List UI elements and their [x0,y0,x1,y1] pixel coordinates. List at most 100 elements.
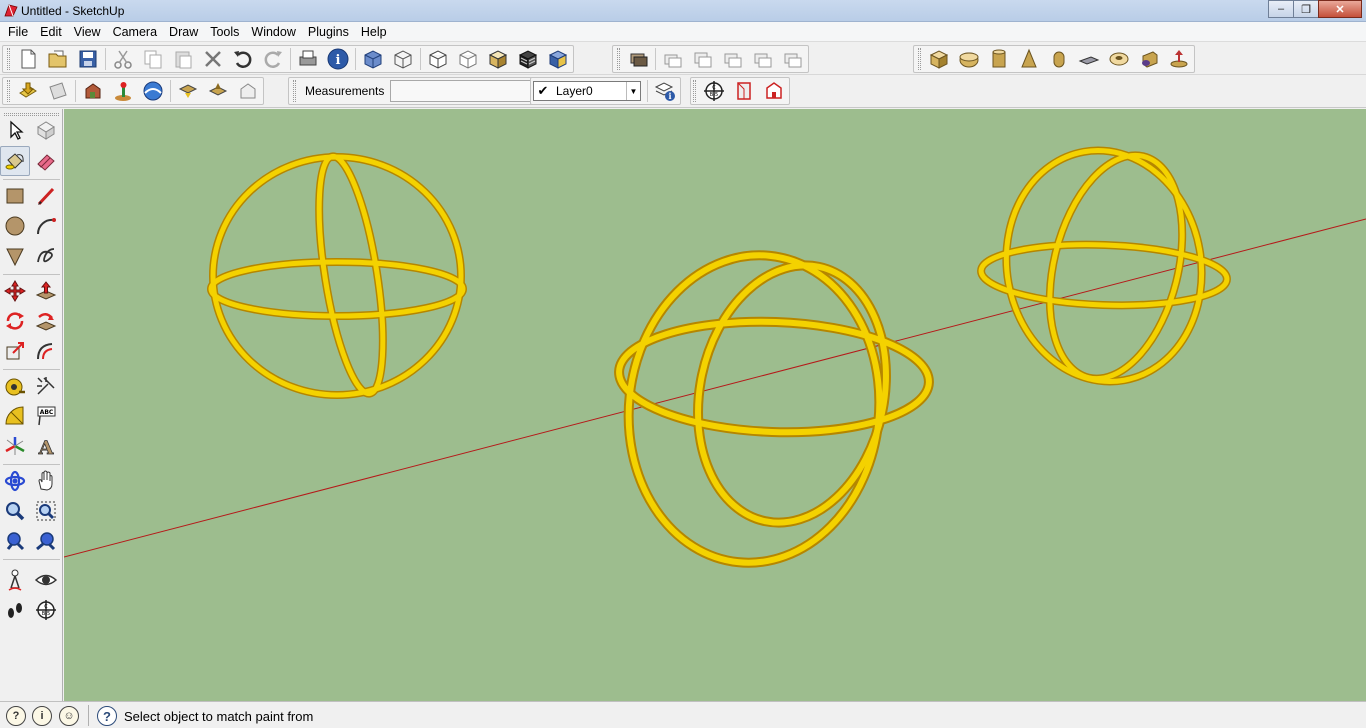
dimension-icon[interactable] [31,371,61,401]
box-icon[interactable] [924,45,954,73]
previous-view-icon[interactable] [31,526,61,556]
torus-icon[interactable] [1104,45,1134,73]
top-view-icon[interactable] [453,45,483,73]
move-icon[interactable] [0,276,30,306]
layer-dropdown[interactable]: ✔ Layer0 ▼ [533,81,641,101]
monochrome-icon[interactable] [543,45,573,73]
toggle-terrain-icon[interactable] [138,77,168,105]
polygon-icon[interactable] [0,241,30,271]
undo-icon[interactable] [228,45,258,73]
pan-hand-icon[interactable] [31,466,61,496]
paste-icon[interactable] [168,45,198,73]
get-models-icon[interactable] [173,77,203,105]
toolbar-grip[interactable] [918,48,921,70]
minimize-button[interactable]: – [1268,0,1294,18]
select-tool-icon[interactable] [0,115,30,145]
scene-canvas[interactable] [64,109,1366,701]
print-icon[interactable] [293,45,323,73]
shaded-icon[interactable] [483,45,513,73]
position-camera-icon[interactable] [0,565,30,595]
zoom-icon[interactable] [0,496,30,526]
line-icon[interactable] [31,181,61,211]
new-icon[interactable] [13,45,43,73]
toolbar-grip[interactable] [7,48,10,70]
add-location-icon[interactable] [108,77,138,105]
model-viewport[interactable] [64,109,1366,701]
sphere-icon[interactable] [954,45,984,73]
instructor-help-icon[interactable]: ? [97,706,117,726]
cone-icon[interactable] [1014,45,1044,73]
3d-text-icon[interactable]: A [31,431,61,461]
menu-plugins[interactable]: Plugins [302,22,355,42]
push-pull-icon[interactable] [31,276,61,306]
model-info-icon[interactable]: i [323,45,353,73]
cut-icon[interactable] [108,45,138,73]
right-view-icon[interactable] [688,45,718,73]
sphere-frame-center[interactable] [614,243,934,575]
plate-icon[interactable] [1074,45,1104,73]
back-view-icon[interactable] [718,45,748,73]
measurements-input[interactable] [390,80,541,102]
zoom-extents-icon[interactable] [0,526,30,556]
redo-icon[interactable] [258,45,288,73]
text-icon[interactable]: ABC [31,401,61,431]
display-section-cuts-icon[interactable] [759,77,789,105]
wireframe-icon[interactable] [388,45,418,73]
zoom-window-icon[interactable] [31,496,61,526]
circle-icon[interactable] [0,211,30,241]
display-section-planes-icon[interactable] [729,77,759,105]
orbit-icon[interactable] [0,466,30,496]
copy-icon[interactable] [138,45,168,73]
tube-icon[interactable] [1044,45,1074,73]
freehand-icon[interactable] [31,241,61,271]
make-component-icon[interactable] [31,115,61,145]
left-view-icon[interactable] [748,45,778,73]
tape-measure-icon[interactable] [0,371,30,401]
look-around-icon[interactable] [31,565,61,595]
menu-camera[interactable]: Camera [107,22,163,42]
share-model-icon[interactable] [203,77,233,105]
maximize-button[interactable]: ❐ [1293,0,1319,18]
rotate-icon[interactable] [0,306,30,336]
bottom-view-icon[interactable] [778,45,808,73]
iso-view-icon[interactable] [423,45,453,73]
credits-icon[interactable]: i [32,706,52,726]
eraser-icon[interactable] [31,146,61,176]
follow-me-icon[interactable] [31,306,61,336]
offset-icon[interactable] [31,336,61,366]
open-icon[interactable] [43,45,73,73]
menu-edit[interactable]: Edit [34,22,68,42]
toolbar-grip[interactable] [293,80,296,102]
section-plane-tool-icon[interactable]: C B-5 [31,595,61,625]
walk-icon[interactable] [0,595,30,625]
cylinder-icon[interactable] [984,45,1014,73]
axes-icon[interactable] [0,431,30,461]
menu-window[interactable]: Window [245,22,301,42]
sphere-frame-left[interactable] [207,152,467,399]
menu-file[interactable]: File [2,22,34,42]
close-button[interactable]: ✕ [1318,0,1362,18]
layer-manager-icon[interactable]: i [650,77,680,105]
scale-icon[interactable] [0,336,30,366]
share-component-icon[interactable] [233,77,263,105]
user-account-icon[interactable]: ☺ [59,706,79,726]
toolbar-grip[interactable] [693,80,696,102]
save-icon[interactable] [73,45,103,73]
shaded-texture-icon[interactable] [513,45,543,73]
helix-icon[interactable] [1134,45,1164,73]
arc-icon[interactable] [31,211,61,241]
front-view-icon[interactable] [658,45,688,73]
erase-icon[interactable] [198,45,228,73]
add-building-icon[interactable] [78,77,108,105]
sphere-frame-right[interactable] [977,135,1231,397]
toolbar-grip[interactable] [7,80,10,102]
shape-extra-icon[interactable] [1164,45,1194,73]
menu-draw[interactable]: Draw [163,22,204,42]
section-plane-icon[interactable]: C B-5 [699,77,729,105]
back-edges-icon[interactable] [623,45,653,73]
get-photo-texture-icon[interactable] [13,77,43,105]
paint-bucket-icon[interactable] [0,146,30,176]
menu-view[interactable]: View [68,22,107,42]
menu-help[interactable]: Help [355,22,393,42]
preview-google-earth-icon[interactable] [43,77,73,105]
